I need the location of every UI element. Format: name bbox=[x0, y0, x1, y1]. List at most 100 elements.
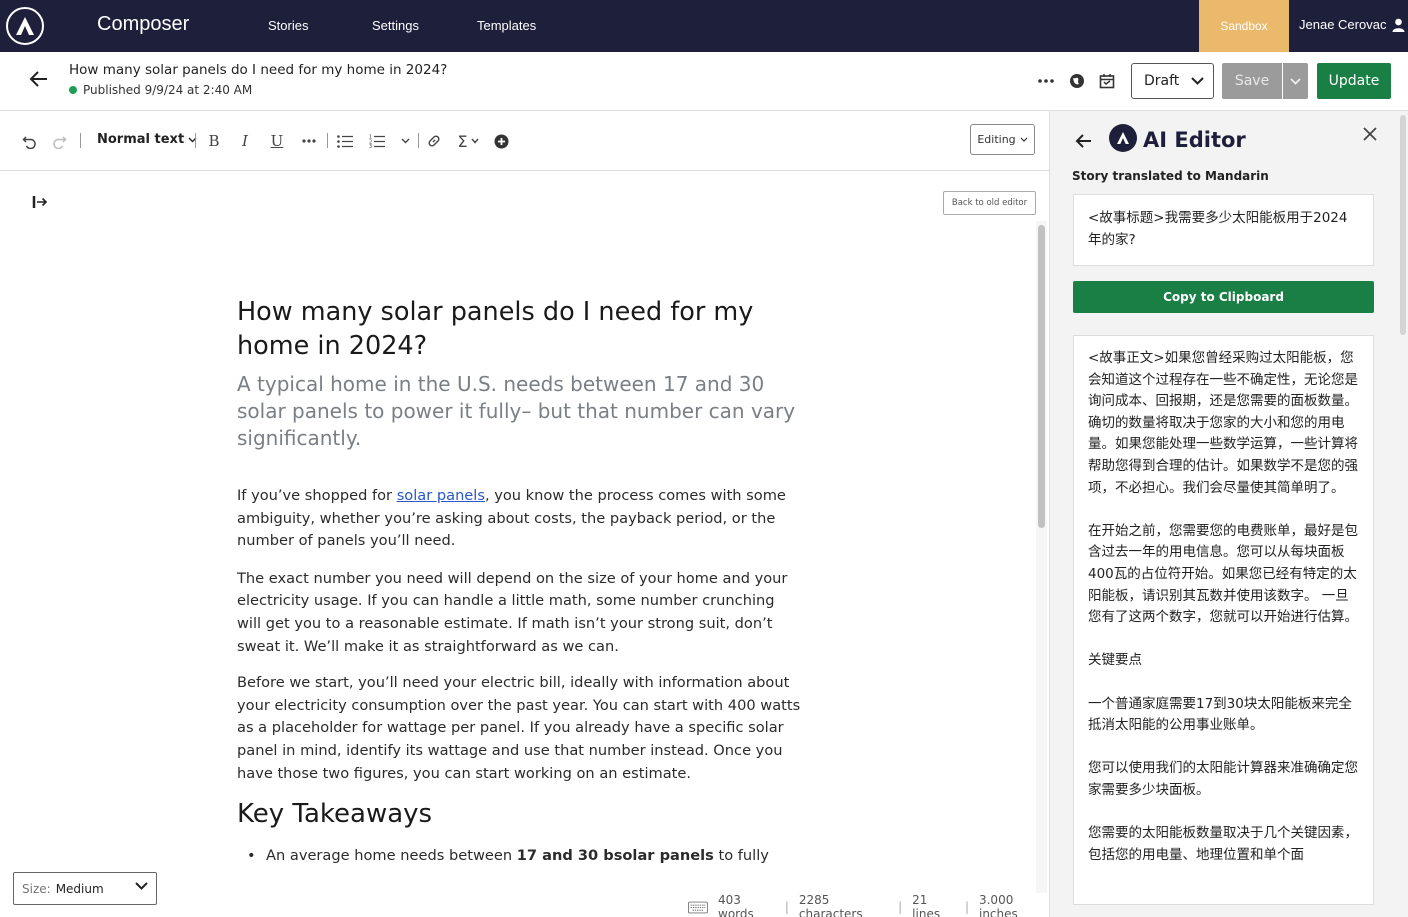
status-dot-icon bbox=[69, 86, 77, 94]
article-paragraph[interactable]: If you’ve shopped for solar panels, you … bbox=[237, 485, 803, 553]
article-paragraph[interactable]: The exact number you need will depend on… bbox=[237, 568, 803, 658]
formula-button[interactable]: Σ bbox=[454, 131, 482, 151]
collapse-panel-icon bbox=[32, 196, 48, 208]
list-item-bold: 17 and 30 bsolar panels bbox=[516, 847, 714, 865]
status-text: Published 9/9/24 at 2:40 AM bbox=[83, 83, 253, 97]
mode-value: Editing bbox=[977, 133, 1016, 146]
translated-paragraph: 您需要的太阳能板数量取决于几个关键因素，包括您的用电量、地理位置和单个面 bbox=[1088, 825, 1358, 863]
toolbar-divider bbox=[327, 133, 328, 148]
text-style-value: Normal text bbox=[97, 132, 185, 147]
environment-badge[interactable]: Sandbox bbox=[1199, 0, 1289, 52]
schedule-button[interactable] bbox=[1096, 70, 1118, 92]
arrow-left-icon bbox=[29, 71, 47, 87]
text-style-select[interactable]: Normal text bbox=[97, 132, 197, 147]
svg-text:3: 3 bbox=[369, 144, 372, 148]
chevron-down-icon bbox=[135, 882, 148, 890]
scrollbar-thumb[interactable] bbox=[1400, 115, 1406, 335]
update-button[interactable]: Update bbox=[1317, 63, 1391, 99]
keyboard-icon bbox=[688, 901, 709, 913]
article-heading[interactable]: Key Takeaways bbox=[237, 797, 803, 831]
bullet-list-button[interactable] bbox=[336, 131, 354, 151]
paragraph-text: If you’ve shopped for bbox=[237, 487, 397, 504]
italic-button[interactable]: I bbox=[236, 131, 254, 151]
list-options-button[interactable] bbox=[399, 131, 411, 151]
undo-icon bbox=[21, 135, 36, 149]
article-title[interactable]: How many solar panels do I need for my h… bbox=[237, 295, 803, 363]
more-format-button[interactable] bbox=[300, 131, 318, 151]
save-button[interactable]: Save bbox=[1222, 63, 1282, 99]
size-label: Size: bbox=[22, 881, 51, 896]
size-select[interactable]: Size: Medium bbox=[13, 872, 157, 905]
user-menu[interactable]: Jenae Cerovac bbox=[1299, 17, 1405, 32]
back-button[interactable] bbox=[26, 68, 52, 94]
nav-templates[interactable]: Templates bbox=[477, 18, 536, 33]
back-to-old-editor-button[interactable]: Back to old editor bbox=[943, 191, 1036, 215]
globe-button[interactable] bbox=[1066, 70, 1088, 92]
translated-title-box[interactable]: <故事标题>我需要多少太阳能板用于2024年的家? bbox=[1073, 194, 1374, 266]
article-content[interactable]: How many solar panels do I need for my h… bbox=[237, 295, 803, 867]
publish-status: Published 9/9/24 at 2:40 AM bbox=[69, 83, 252, 97]
toolbar-divider bbox=[80, 133, 81, 148]
status-select[interactable]: Draft bbox=[1131, 63, 1214, 99]
more-options-button[interactable] bbox=[1035, 70, 1057, 92]
underline-icon: U bbox=[270, 132, 284, 150]
italic-icon: I bbox=[242, 132, 248, 150]
nav-stories[interactable]: Stories bbox=[268, 18, 308, 33]
calendar-icon bbox=[1099, 74, 1115, 89]
more-icon bbox=[1038, 79, 1054, 83]
story-header: How many solar panels do I need for my h… bbox=[0, 52, 1408, 111]
panel-toggle-button[interactable] bbox=[30, 195, 50, 211]
chevron-down-icon bbox=[401, 138, 409, 144]
inch-count: 3.000 inches bbox=[978, 893, 1018, 917]
translated-paragraph: 一个普通家庭需要17到30块太阳能板来完全抵消太阳能的公用事业账单。 bbox=[1088, 695, 1352, 734]
line-count: 21 lines bbox=[912, 893, 941, 917]
nav-settings[interactable]: Settings bbox=[372, 18, 419, 33]
list-item-text: to fully bbox=[713, 847, 769, 865]
size-value: Medium bbox=[55, 881, 104, 896]
toolbar-divider bbox=[418, 133, 419, 148]
user-icon bbox=[1392, 18, 1405, 32]
numbered-list-icon: 123 bbox=[369, 135, 385, 148]
list-item[interactable]: An average home needs between 17 and 30 … bbox=[237, 845, 803, 867]
translated-paragraph: 您可以使用我们的太阳能计算器来准确确定您家需要多少块面板。 bbox=[1088, 760, 1358, 798]
editor-scrollbar[interactable] bbox=[1038, 225, 1045, 528]
save-options-button[interactable] bbox=[1283, 63, 1308, 99]
close-icon bbox=[1363, 127, 1377, 141]
bullet-list-icon bbox=[337, 134, 353, 148]
ai-editor-title: AI Editor bbox=[1143, 128, 1246, 152]
editor-canvas[interactable]: Back to old editor How many solar panels… bbox=[0, 171, 1049, 917]
redo-button[interactable] bbox=[49, 131, 69, 151]
ai-logo-icon bbox=[1109, 124, 1137, 152]
article-subtitle[interactable]: A typical home in the U.S. needs between… bbox=[237, 371, 803, 452]
translated-paragraph: 在开始之前，您需要您的电费账单，最好是包含过去一年的用电信息。您可以从每块面板4… bbox=[1088, 522, 1358, 626]
stats-divider: | bbox=[784, 900, 789, 914]
top-nav: Composer Stories Settings Templates Sand… bbox=[0, 0, 1408, 52]
solar-panels-link[interactable]: solar panels bbox=[397, 487, 485, 504]
link-button[interactable] bbox=[425, 131, 443, 151]
character-count: 2285 characters bbox=[798, 893, 863, 917]
translation-label: Story translated to Mandarin bbox=[1072, 169, 1269, 183]
more-icon bbox=[302, 139, 316, 143]
sum-icon: Σ bbox=[457, 131, 468, 151]
article-paragraph[interactable]: Before we start, you’ll need your electr… bbox=[237, 672, 803, 785]
close-ai-editor-button[interactable] bbox=[1361, 127, 1379, 145]
ai-editor-panel: AI Editor Story translated to Mandarin <… bbox=[1049, 111, 1408, 917]
add-icon bbox=[494, 134, 508, 148]
app-logo-icon[interactable] bbox=[6, 7, 44, 45]
globe-icon bbox=[1070, 74, 1084, 88]
mode-select[interactable]: Editing bbox=[970, 124, 1035, 155]
document-stats: 403 words | 2285 characters | 21 lines |… bbox=[688, 893, 1049, 917]
chevron-down-icon bbox=[471, 138, 479, 144]
underline-button[interactable]: U bbox=[268, 131, 286, 151]
redo-icon bbox=[52, 135, 67, 149]
word-count: 403 words bbox=[718, 893, 754, 917]
bold-button[interactable]: B bbox=[205, 131, 223, 151]
insert-button[interactable] bbox=[492, 131, 510, 151]
copy-to-clipboard-button[interactable]: Copy to Clipboard bbox=[1073, 281, 1374, 313]
ai-panel-scrollbar[interactable] bbox=[1398, 111, 1408, 917]
undo-button[interactable] bbox=[19, 131, 39, 151]
numbered-list-button[interactable]: 123 bbox=[368, 131, 386, 151]
translated-body-box[interactable]: <故事正文>如果您曾经采购过太阳能板，您会知道这个过程存在一些不确定性，无论您是… bbox=[1073, 335, 1374, 905]
ai-back-button[interactable] bbox=[1072, 131, 1096, 155]
translated-paragraph: 关键要点 bbox=[1088, 652, 1142, 669]
